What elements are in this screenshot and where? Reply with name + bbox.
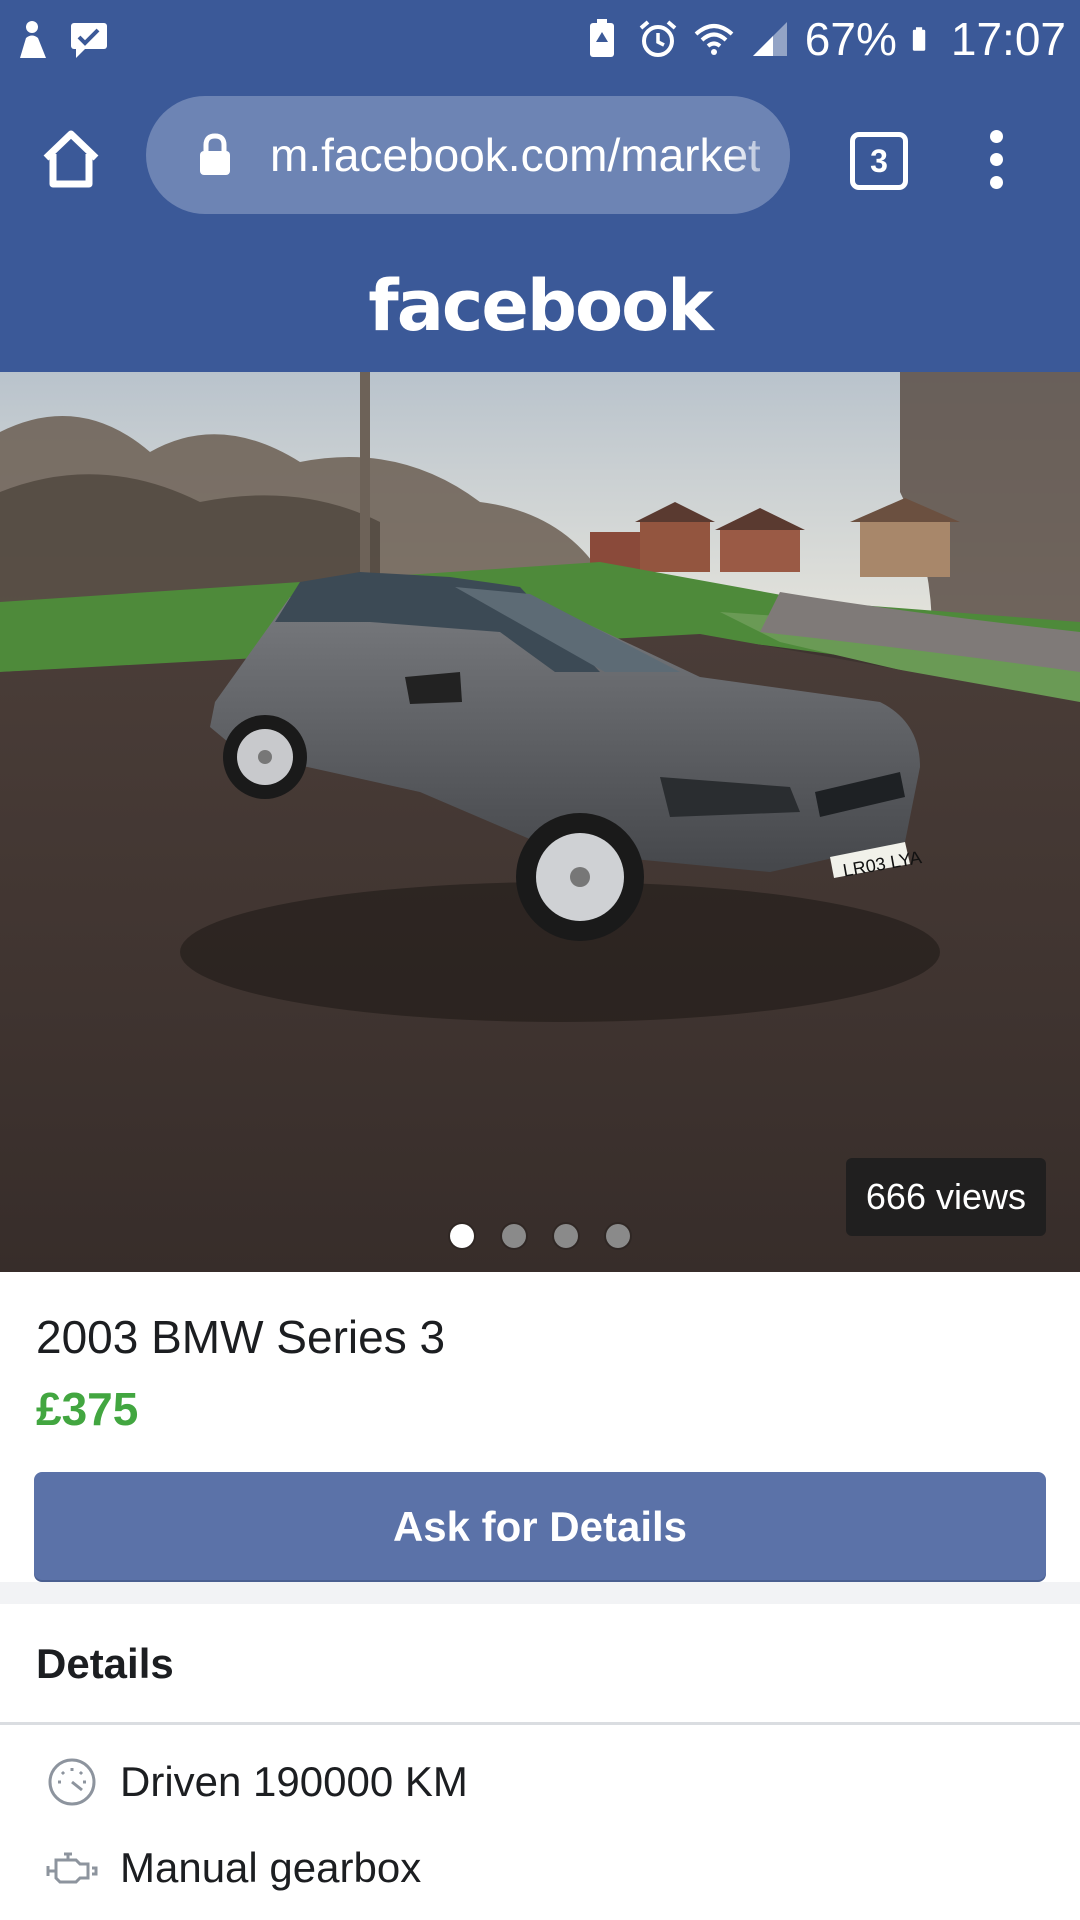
listing-price: £375 [36, 1383, 139, 1435]
engine-icon [46, 1852, 98, 1884]
facebook-header: facebook [0, 240, 1080, 372]
detail-mileage: Driven 190000 KM [46, 1756, 468, 1808]
battery-saver-icon [589, 19, 614, 57]
wifi-icon [694, 24, 734, 55]
speedometer-icon [48, 1758, 96, 1806]
facebook-logo[interactable]: facebook [368, 265, 714, 347]
battery-percent: 67% [804, 13, 897, 65]
status-bar: 67% 17:07 [0, 0, 1080, 78]
tab-switcher-button[interactable]: 3 [850, 132, 908, 190]
alarm-icon [639, 20, 677, 57]
overflow-menu-icon[interactable] [984, 130, 1008, 189]
notification-person-icon [20, 21, 46, 58]
address-bar[interactable]: m.facebook.com/marketplace [146, 96, 790, 214]
listing-photo[interactable]: LR03 LYA 666 views [0, 372, 1080, 1272]
carousel-dot[interactable] [606, 1224, 630, 1248]
lock-icon [200, 133, 230, 175]
detail-gearbox-label: Manual gearbox [120, 1844, 422, 1891]
carousel-dot[interactable] [502, 1224, 526, 1248]
url-text: m.facebook.com/marketplace [270, 129, 760, 181]
battery-icon [912, 27, 926, 51]
browser-toolbar: m.facebook.com/marketplace 3 [0, 78, 1080, 240]
listing-title: 2003 BMW Series 3 [36, 1311, 446, 1363]
signal-icon [752, 22, 787, 56]
home-icon[interactable] [38, 128, 104, 190]
message-notification-icon [71, 23, 107, 58]
ask-for-details-button[interactable]: Ask for Details [34, 1472, 1046, 1580]
car-photo-image: LR03 LYA [0, 372, 1080, 1272]
carousel-dot[interactable] [450, 1224, 474, 1248]
carousel-indicator [0, 1224, 1080, 1253]
section-divider [0, 1582, 1080, 1604]
url-fade [730, 96, 790, 214]
details-heading: Details [36, 1640, 174, 1687]
details-divider [0, 1722, 1080, 1725]
clock: 17:07 [950, 13, 1066, 65]
detail-mileage-label: Driven 190000 KM [120, 1758, 468, 1805]
carousel-dot[interactable] [554, 1224, 578, 1248]
detail-gearbox: Manual gearbox [46, 1842, 421, 1894]
